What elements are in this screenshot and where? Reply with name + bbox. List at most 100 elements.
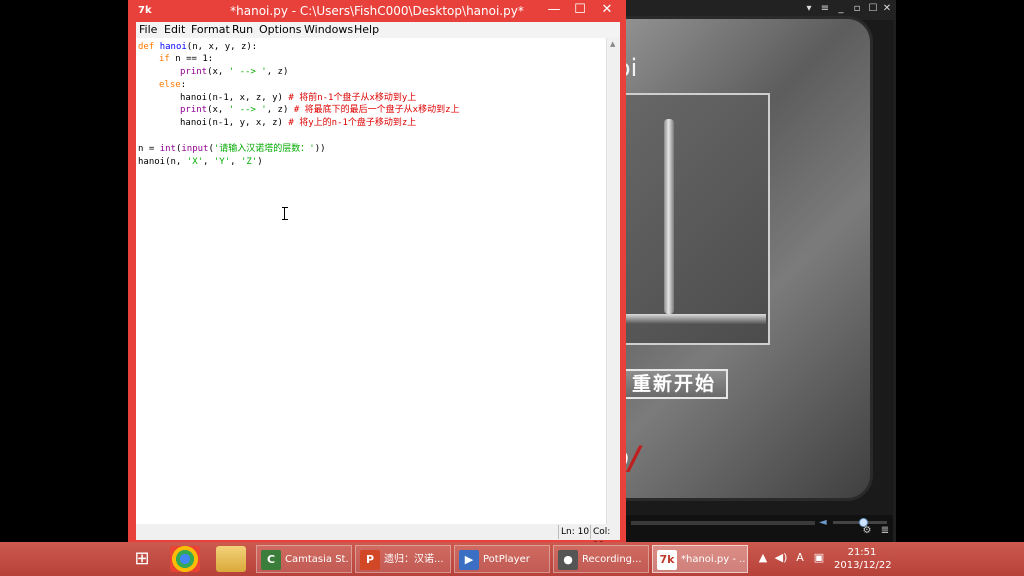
file-explorer-icon[interactable] bbox=[216, 546, 246, 572]
player-close-button[interactable]: ✕ bbox=[881, 3, 893, 15]
string-literal: 'X' bbox=[186, 157, 204, 167]
code-line-6: print(x, ' --> ', z) # 将最底下的最后一个盘子从x移动到z… bbox=[180, 104, 460, 116]
menu-icon[interactable]: ≡ bbox=[819, 3, 831, 15]
hanoi-peg bbox=[664, 119, 674, 314]
code-text: (x, bbox=[207, 105, 229, 115]
chrome-icon[interactable] bbox=[170, 546, 200, 572]
menu-edit[interactable]: Edit bbox=[164, 23, 185, 37]
code-text: hanoi(n, bbox=[138, 157, 187, 167]
code-text: n = bbox=[138, 144, 160, 154]
code-comment: # 将y上的n-1个盘子移动到z上 bbox=[288, 118, 417, 128]
menu-run[interactable]: Run bbox=[232, 23, 253, 37]
string-literal: '请输入汉诺塔的层数：' bbox=[213, 144, 315, 154]
builtin-print: print bbox=[180, 67, 208, 77]
code-comment: # 将前n-1个盘子从x移动到y上 bbox=[288, 93, 417, 103]
menu-file[interactable]: File bbox=[139, 23, 157, 37]
task-recording[interactable]: ● Recording... bbox=[553, 545, 649, 573]
keyword-else: else bbox=[159, 80, 181, 90]
code-text: n == 1: bbox=[169, 54, 214, 64]
builtin-print: print bbox=[180, 105, 208, 115]
code-text: (x, bbox=[207, 67, 229, 77]
idle-icon: 7k bbox=[657, 550, 677, 570]
network-icon[interactable]: ▣ bbox=[812, 551, 826, 565]
minimize-button[interactable]: — bbox=[542, 1, 566, 19]
idle-titlebar[interactable]: 7k *hanoi.py - C:\Users\FishC000\Desktop… bbox=[128, 0, 626, 22]
task-potplayer[interactable]: ▶ PotPlayer bbox=[454, 545, 550, 573]
task-label: Camtasia St... bbox=[285, 554, 349, 565]
menu-format[interactable]: Format bbox=[191, 23, 230, 37]
text-cursor-icon bbox=[282, 207, 288, 220]
clock-time: 21:51 bbox=[847, 547, 877, 558]
potplayer-icon: ▶ bbox=[459, 550, 479, 570]
playlist-icon[interactable]: ≣ bbox=[879, 525, 891, 537]
potplayer-window: ▾ ≡ _ ▫ ☐ ✕ anoi 重新开始 op/ ◄ ⚙ ≣ bbox=[583, 0, 896, 542]
menu-windows[interactable]: Windows bbox=[304, 23, 353, 37]
desktop: ▾ ≡ _ ▫ ☐ ✕ anoi 重新开始 op/ ◄ ⚙ ≣ bbox=[0, 0, 1024, 576]
code-text: ) bbox=[257, 157, 263, 167]
player-minimize-button[interactable]: _ bbox=[835, 3, 847, 15]
code-comment: # 将最底下的最后一个盘子从x移动到z上 bbox=[293, 105, 460, 115]
task-label: *hanoi.py - ... bbox=[681, 554, 745, 565]
function-name: hanoi bbox=[159, 42, 187, 52]
scroll-up-icon[interactable]: ▲ bbox=[610, 40, 615, 48]
builtin-int: int bbox=[159, 144, 176, 154]
code-text: , z) bbox=[266, 105, 294, 115]
restart-button[interactable]: 重新开始 bbox=[620, 369, 728, 399]
powerpoint-icon: P bbox=[360, 550, 380, 570]
volume-icon[interactable]: ◄ bbox=[819, 517, 829, 529]
code-line-9: n = int(input('请输入汉诺塔的层数：')) bbox=[138, 143, 326, 155]
code-line-1: def hanoi(n, x, y, z): bbox=[138, 41, 257, 53]
pin-icon[interactable]: ▾ bbox=[803, 3, 815, 15]
task-camtasia[interactable]: C Camtasia St... bbox=[256, 545, 352, 573]
code-text: , bbox=[203, 157, 214, 167]
code-line-5: hanoi(n-1, x, z, y) # 将前n-1个盘子从x移动到y上 bbox=[180, 92, 416, 104]
settings-icon[interactable]: ⚙ bbox=[861, 525, 873, 537]
code-text: (n, x, y, z): bbox=[186, 42, 258, 52]
recording-icon: ● bbox=[558, 550, 578, 570]
code-editor[interactable]: def hanoi(n, x, y, z): if n == 1: print(… bbox=[136, 38, 606, 524]
brand-tick: / bbox=[628, 439, 641, 477]
video-stage[interactable]: anoi 重新开始 op/ bbox=[583, 16, 893, 515]
windows-start-icon[interactable]: ⊞ bbox=[128, 547, 156, 571]
code-text: hanoi(n-1, y, x, z) bbox=[180, 118, 289, 128]
code-line-10: hanoi(n, 'X', 'Y', 'Z') bbox=[138, 156, 263, 168]
camtasia-icon: C bbox=[261, 550, 281, 570]
seek-bar[interactable] bbox=[631, 521, 815, 525]
code-line-7: hanoi(n-1, y, x, z) # 将y上的n-1个盘子移动到z上 bbox=[180, 117, 416, 129]
string-literal: ' --> ' bbox=[228, 105, 267, 115]
task-label: PotPlayer bbox=[483, 554, 530, 565]
status-bar: Ln: 10 Col: 23 bbox=[136, 524, 620, 551]
player-maximize-button[interactable]: ☐ bbox=[867, 3, 879, 15]
ime-icon[interactable]: A bbox=[794, 551, 806, 565]
string-literal: ' --> ' bbox=[228, 67, 267, 77]
hanoi-game-panel: anoi 重新开始 op/ bbox=[583, 16, 873, 501]
code-text: , bbox=[230, 157, 241, 167]
task-label: Recording... bbox=[582, 554, 642, 565]
keyword-if: if bbox=[159, 54, 170, 64]
taskbar: ⊞ C Camtasia St... P 遗归：汉诺... ▶ PotPlaye… bbox=[0, 542, 1024, 576]
task-powerpoint[interactable]: P 遗归：汉诺... bbox=[355, 545, 451, 573]
menu-help[interactable]: Help bbox=[354, 23, 379, 37]
string-literal: 'Z' bbox=[241, 157, 258, 167]
menu-bar: File Edit Format Run Options Windows Hel… bbox=[136, 22, 620, 38]
clock[interactable]: 21:51 2013/12/22 bbox=[834, 546, 892, 572]
line-indicator: Ln: 10 bbox=[558, 525, 590, 539]
tray-expand-icon[interactable]: ▲ bbox=[756, 551, 770, 565]
close-button[interactable]: ✕ bbox=[594, 1, 620, 19]
code-line-2: if n == 1: bbox=[159, 53, 213, 65]
clock-date: 2013/12/22 bbox=[834, 560, 892, 571]
menu-options[interactable]: Options bbox=[259, 23, 301, 37]
maximize-button[interactable]: ☐ bbox=[568, 1, 592, 19]
idle-editor-window: 7k *hanoi.py - C:\Users\FishC000\Desktop… bbox=[128, 0, 626, 551]
code-line-4: else: bbox=[159, 79, 186, 91]
keyword-def: def bbox=[138, 42, 155, 52]
code-line-3: print(x, ' --> ', z) bbox=[180, 66, 288, 78]
player-restore-button[interactable]: ▫ bbox=[851, 3, 863, 15]
task-idle[interactable]: 7k *hanoi.py - ... bbox=[652, 545, 748, 573]
column-indicator: Col: 23 bbox=[590, 525, 620, 551]
player-controls: ◄ ⚙ ≣ bbox=[623, 515, 893, 542]
string-literal: 'Y' bbox=[213, 157, 231, 167]
volume-tray-icon[interactable]: ◀) bbox=[772, 551, 790, 565]
vertical-scrollbar[interactable]: ▲ bbox=[606, 38, 620, 524]
code-text: hanoi(n-1, x, z, y) bbox=[180, 93, 289, 103]
